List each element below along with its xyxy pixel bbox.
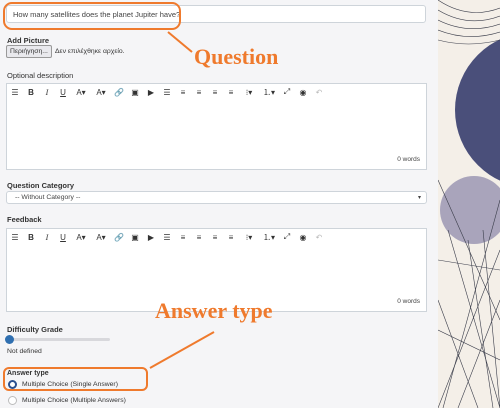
italic-icon[interactable]: I <box>39 231 55 243</box>
answer-type-annotation: Answer type <box>155 298 273 323</box>
align-left-icon[interactable]: ≡ <box>175 86 191 98</box>
question-form: How many satellites does the planet Jupi… <box>0 0 438 408</box>
font-color-icon[interactable]: A▾ <box>71 86 91 98</box>
question-annotation: Question <box>194 44 279 69</box>
horizontal-rule-icon[interactable]: ☰ <box>159 231 175 243</box>
browse-button-label: Περιήγηση... <box>10 48 48 55</box>
font-color-icon[interactable]: A▾ <box>71 231 91 243</box>
align-right-icon[interactable]: ≡ <box>207 231 223 243</box>
add-picture-label: Add Picture <box>7 36 50 45</box>
description-word-count: 0 words <box>397 156 420 163</box>
difficulty-label: Difficulty Grade <box>7 325 63 334</box>
fullscreen-icon[interactable]: ⤢ <box>279 231 295 243</box>
media-icon[interactable]: ▶ <box>143 86 159 98</box>
align-center-icon[interactable]: ≡ <box>191 231 207 243</box>
question-category-label: Question Category <box>7 181 75 190</box>
numbered-list-icon[interactable]: ⒈▾ <box>259 86 279 98</box>
difficulty-value: Not defined <box>7 348 42 355</box>
media-icon[interactable]: ▶ <box>143 231 159 243</box>
image-icon[interactable]: ▣ <box>127 86 143 98</box>
question-category-select[interactable]: -- Without Category -- ▾ <box>6 191 427 204</box>
difficulty-slider-track[interactable] <box>5 335 110 344</box>
undo-icon[interactable]: ↶ <box>311 86 327 98</box>
bold-icon[interactable]: B <box>23 86 39 98</box>
align-center-icon[interactable]: ≡ <box>191 86 207 98</box>
difficulty-slider-thumb[interactable] <box>5 335 14 344</box>
align-justify-icon[interactable]: ≡ <box>223 86 239 98</box>
feedback-toolbar: ☰ B I U A▾ A▾ 🔗 ▣ ▶ ☰ ≡ ≡ ≡ ≡ ⁝▾ ⒈▾ ⤢ ◉ … <box>7 230 327 244</box>
list-icon[interactable]: ☰ <box>7 231 23 243</box>
list-icon[interactable]: ☰ <box>7 86 23 98</box>
no-file-text: Δεν επιλέχθηκε αρχείο. <box>55 48 125 55</box>
numbered-list-icon[interactable]: ⒈▾ <box>259 231 279 243</box>
radio-unselected[interactable] <box>8 396 17 405</box>
fullscreen-icon[interactable]: ⤢ <box>279 86 295 98</box>
bullet-list-icon[interactable]: ⁝▾ <box>239 86 259 98</box>
feedback-label: Feedback <box>7 215 42 224</box>
preview-icon[interactable]: ◉ <box>295 86 311 98</box>
preview-icon[interactable]: ◉ <box>295 231 311 243</box>
highlight-color-icon[interactable]: A▾ <box>91 86 111 98</box>
browse-button[interactable]: Περιήγηση... <box>6 45 52 58</box>
question-highlight-box <box>3 2 181 30</box>
link-icon[interactable]: 🔗 <box>111 86 127 98</box>
align-right-icon[interactable]: ≡ <box>207 86 223 98</box>
align-justify-icon[interactable]: ≡ <box>223 231 239 243</box>
bold-icon[interactable]: B <box>23 231 39 243</box>
description-editor[interactable]: ☰ B I U A▾ A▾ 🔗 ▣ ▶ ☰ ≡ ≡ ≡ ≡ ⁝▾ ⒈▾ ⤢ ◉ … <box>6 83 427 170</box>
chevron-down-icon: ▾ <box>417 195 421 201</box>
answer-type-highlight-box <box>3 367 148 391</box>
link-icon[interactable]: 🔗 <box>111 231 127 243</box>
align-left-icon[interactable]: ≡ <box>175 231 191 243</box>
background-art <box>438 0 500 408</box>
question-category-value: -- Without Category -- <box>15 194 81 201</box>
horizontal-rule-icon[interactable]: ☰ <box>159 86 175 98</box>
answer-option-multiple[interactable]: Multiple Choice (Multiple Answers) <box>7 395 147 406</box>
highlight-color-icon[interactable]: A▾ <box>91 231 111 243</box>
undo-icon[interactable]: ↶ <box>311 231 327 243</box>
feedback-word-count: 0 words <box>397 298 420 305</box>
background-geometric-lines <box>438 0 500 408</box>
underline-icon[interactable]: U <box>55 231 71 243</box>
description-toolbar: ☰ B I U A▾ A▾ 🔗 ▣ ▶ ☰ ≡ ≡ ≡ ≡ ⁝▾ ⒈▾ ⤢ ◉ … <box>7 85 327 99</box>
italic-icon[interactable]: I <box>39 86 55 98</box>
bullet-list-icon[interactable]: ⁝▾ <box>239 231 259 243</box>
underline-icon[interactable]: U <box>55 86 71 98</box>
optional-description-label: Optional description <box>7 71 74 80</box>
image-icon[interactable]: ▣ <box>127 231 143 243</box>
answer-option-label: Multiple Choice (Multiple Answers) <box>22 397 126 404</box>
